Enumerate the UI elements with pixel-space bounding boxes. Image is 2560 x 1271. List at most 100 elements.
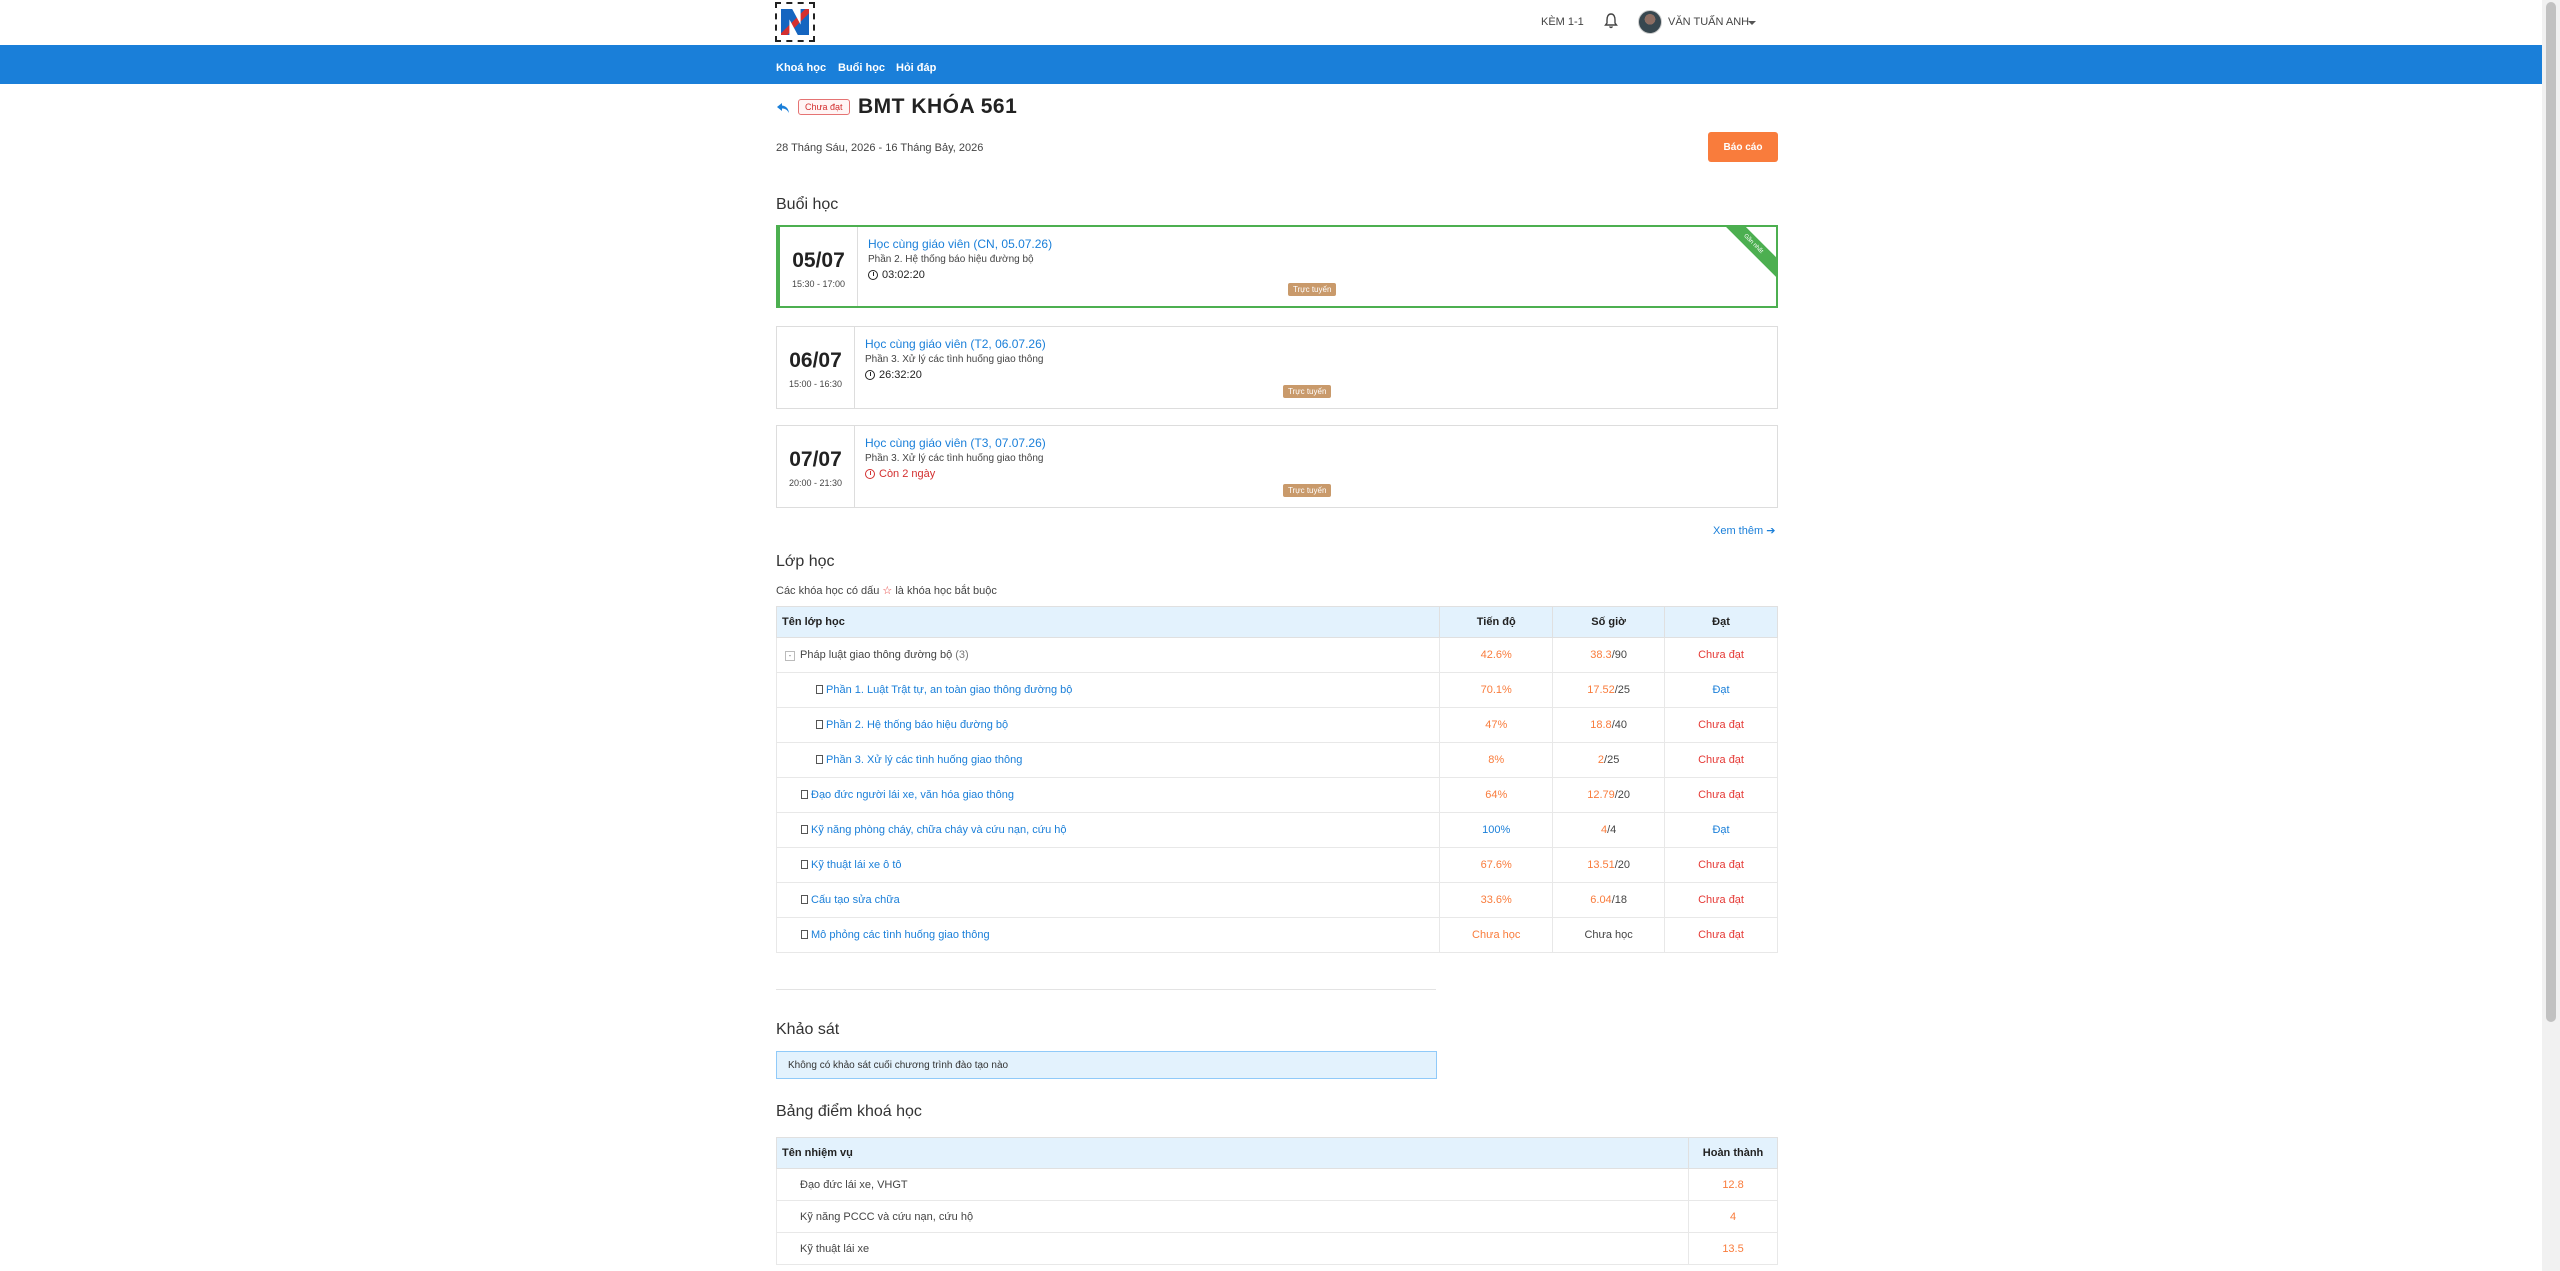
table-row: Kỹ thuật lái xe 13.5 bbox=[775, 1232, 1778, 1265]
hours-total: /90 bbox=[1611, 649, 1627, 661]
required-note: Các khóa học có dấu ☆ là khóa học bắt bu… bbox=[776, 584, 997, 597]
progress-cell: 67.6% bbox=[1439, 847, 1554, 883]
table-row[interactable]: Phần 3. Xử lý các tình huống giao thông … bbox=[775, 742, 1778, 778]
class-link[interactable]: Kỹ thuật lái xe ô tô bbox=[811, 859, 902, 871]
result-cell: Chưa đạt bbox=[1664, 777, 1778, 813]
table-row[interactable]: Kỹ thuật lái xe ô tô 67.6% 13.51/20 Chưa… bbox=[775, 847, 1778, 883]
session-subtitle: Phần 3. Xử lý các tình huống giao thông bbox=[865, 453, 1044, 464]
tutoring-link[interactable]: KÈM 1-1 bbox=[1541, 16, 1584, 28]
progress-cell: 70.1% bbox=[1439, 672, 1554, 708]
nav-courses[interactable]: Khoá học bbox=[776, 62, 826, 74]
see-more-link[interactable]: Xem thêm ➔ bbox=[1713, 524, 1775, 537]
session-subtitle: Phần 2. Hệ thống báo hiệu đường bộ bbox=[868, 254, 1034, 265]
status-badge: Chưa đạt bbox=[798, 99, 850, 115]
hours-cell: 38.3/90 bbox=[1552, 637, 1666, 673]
hours-cell: 13.51/20 bbox=[1552, 847, 1666, 883]
progress-cell: 42.6% bbox=[1439, 637, 1554, 673]
hours-done: 13.51 bbox=[1587, 859, 1615, 871]
col-task: Tên nhiệm vụ bbox=[775, 1137, 1690, 1169]
class-link[interactable]: Mô phỏng các tình huống giao thông bbox=[811, 929, 990, 941]
hours-total: /40 bbox=[1611, 719, 1627, 731]
table-row[interactable]: Cấu tạo sửa chữa 33.6% 6.04/18 Chưa đạt bbox=[775, 882, 1778, 918]
session-card[interactable]: 07/07 20:00 - 21:30 Học cùng giáo viên (… bbox=[776, 425, 1778, 508]
class-link[interactable]: Kỹ năng phòng cháy, chữa cháy và cứu nạn… bbox=[811, 824, 1067, 836]
nav-qa[interactable]: Hỏi đáp bbox=[896, 62, 936, 74]
class-name-cell: Kỹ năng phòng cháy, chữa cháy và cứu nạn… bbox=[775, 812, 1441, 848]
page-title: BMT KHÓA 561 bbox=[858, 95, 1018, 118]
class-link[interactable]: Phần 3. Xử lý các tình huống giao thông bbox=[826, 754, 1022, 766]
hours-done: 12.79 bbox=[1587, 789, 1615, 801]
collapse-toggle-icon[interactable]: - bbox=[785, 651, 795, 661]
scrollbar-thumb[interactable] bbox=[2546, 2, 2556, 1022]
session-title[interactable]: Học cùng giáo viên (CN, 05.07.26) bbox=[868, 237, 1052, 251]
nav-sessions[interactable]: Buổi học bbox=[838, 62, 885, 74]
table-row[interactable]: - Pháp luật giao thông đường bộ (3) 42.6%… bbox=[775, 637, 1778, 673]
avatar[interactable] bbox=[1638, 10, 1662, 34]
table-row[interactable]: Kỹ năng phòng cháy, chữa cháy và cứu nạn… bbox=[775, 812, 1778, 848]
hours-cell: 12.79/20 bbox=[1552, 777, 1666, 813]
col-progress: Tiến độ bbox=[1439, 606, 1554, 638]
session-card[interactable]: 06/07 15:00 - 16:30 Học cùng giáo viên (… bbox=[776, 326, 1778, 409]
see-more-label: Xem thêm bbox=[1713, 525, 1764, 537]
session-day: 06/07 bbox=[789, 349, 842, 372]
table-header: Tên nhiệm vụ Hoàn thành bbox=[775, 1137, 1778, 1169]
document-icon bbox=[816, 755, 823, 764]
sessions-heading: Buổi học bbox=[776, 196, 839, 213]
top-bar: KÈM 1-1 VĂN TUẤN ANH bbox=[0, 0, 2542, 45]
session-countdown: Còn 2 ngày bbox=[865, 468, 1046, 480]
session-date: 06/07 15:00 - 16:30 bbox=[777, 327, 855, 408]
survey-empty-alert: Không có khảo sát cuối chương trình đào … bbox=[776, 1051, 1437, 1079]
result-cell: Đạt bbox=[1664, 812, 1778, 848]
hours-cell: 4/4 bbox=[1552, 812, 1666, 848]
classes-heading: Lớp học bbox=[776, 553, 835, 570]
session-day: 05/07 bbox=[792, 249, 845, 272]
result-cell: Chưa đạt bbox=[1664, 882, 1778, 918]
hours-done: 38.3 bbox=[1590, 649, 1612, 661]
class-name-cell: Cấu tạo sửa chữa bbox=[775, 882, 1441, 918]
scores-heading: Bảng điểm khoá học bbox=[776, 1103, 922, 1120]
mode-badge: Trực tuyến bbox=[1283, 484, 1332, 497]
table-row[interactable]: Phần 1. Luật Trật tự, an toàn giao thông… bbox=[775, 672, 1778, 708]
class-link[interactable]: Đạo đức người lái xe, văn hóa giao thông bbox=[811, 789, 1014, 801]
page-scrollbar[interactable] bbox=[2542, 0, 2560, 1271]
document-icon bbox=[801, 860, 808, 869]
task-score: 4 bbox=[1688, 1200, 1778, 1233]
class-link[interactable]: Cấu tạo sửa chữa bbox=[811, 894, 900, 906]
mode-badge: Trực tuyến bbox=[1283, 385, 1332, 398]
result-cell: Chưa đạt bbox=[1664, 637, 1778, 673]
back-arrow-icon[interactable] bbox=[776, 102, 790, 114]
clock-icon bbox=[865, 469, 875, 479]
note-text-before: Các khóa học có dấu bbox=[776, 585, 880, 597]
session-time: 15:30 - 17:00 bbox=[791, 279, 846, 289]
bell-icon[interactable] bbox=[1604, 13, 1618, 29]
table-row[interactable]: Mô phỏng các tình huống giao thông Chưa … bbox=[775, 917, 1778, 953]
class-name-cell: Phần 3. Xử lý các tình huống giao thông bbox=[775, 742, 1441, 778]
hours-total: /20 bbox=[1614, 859, 1631, 871]
class-name-cell: Phần 1. Luật Trật tự, an toàn giao thông… bbox=[775, 672, 1441, 708]
session-card[interactable]: 05/07 15:30 - 17:00 Học cùng giáo viên (… bbox=[776, 225, 1778, 308]
class-link[interactable]: Phần 1. Luật Trật tự, an toàn giao thông… bbox=[826, 684, 1072, 696]
table-row[interactable]: Phần 2. Hệ thống báo hiệu đường bộ 47% 1… bbox=[775, 707, 1778, 743]
progress-cell: 64% bbox=[1439, 777, 1554, 813]
brand-logo[interactable] bbox=[775, 2, 815, 42]
countdown-value: 03:02:20 bbox=[882, 269, 925, 281]
countdown-value: 26:32:20 bbox=[879, 369, 922, 381]
progress-cell: 47% bbox=[1439, 707, 1554, 743]
star-icon: ☆ bbox=[882, 585, 893, 597]
session-title[interactable]: Học cùng giáo viên (T2, 06.07.26) bbox=[865, 337, 1046, 351]
table-row: Kỹ năng PCCC và cứu nạn, cứu hộ 4 bbox=[775, 1200, 1778, 1233]
survey-heading: Khảo sát bbox=[776, 1021, 840, 1038]
report-button[interactable]: Báo cáo bbox=[1708, 132, 1778, 162]
class-name-cell: Kỹ thuật lái xe ô tô bbox=[775, 847, 1441, 883]
table-row[interactable]: Đạo đức người lái xe, văn hóa giao thông… bbox=[775, 777, 1778, 813]
chevron-down-icon[interactable] bbox=[1748, 21, 1756, 25]
document-icon bbox=[801, 930, 808, 939]
document-icon bbox=[801, 825, 808, 834]
hours-total: /20 bbox=[1614, 789, 1631, 801]
user-menu[interactable]: VĂN TUẤN ANH bbox=[1668, 16, 1749, 28]
class-name: Pháp luật giao thông đường bộ bbox=[800, 649, 953, 661]
class-link[interactable]: Phần 2. Hệ thống báo hiệu đường bộ bbox=[826, 719, 1008, 731]
result-cell: Chưa đạt bbox=[1664, 707, 1778, 743]
col-completed: Hoàn thành bbox=[1688, 1137, 1778, 1169]
session-title[interactable]: Học cùng giáo viên (T3, 07.07.26) bbox=[865, 436, 1046, 450]
